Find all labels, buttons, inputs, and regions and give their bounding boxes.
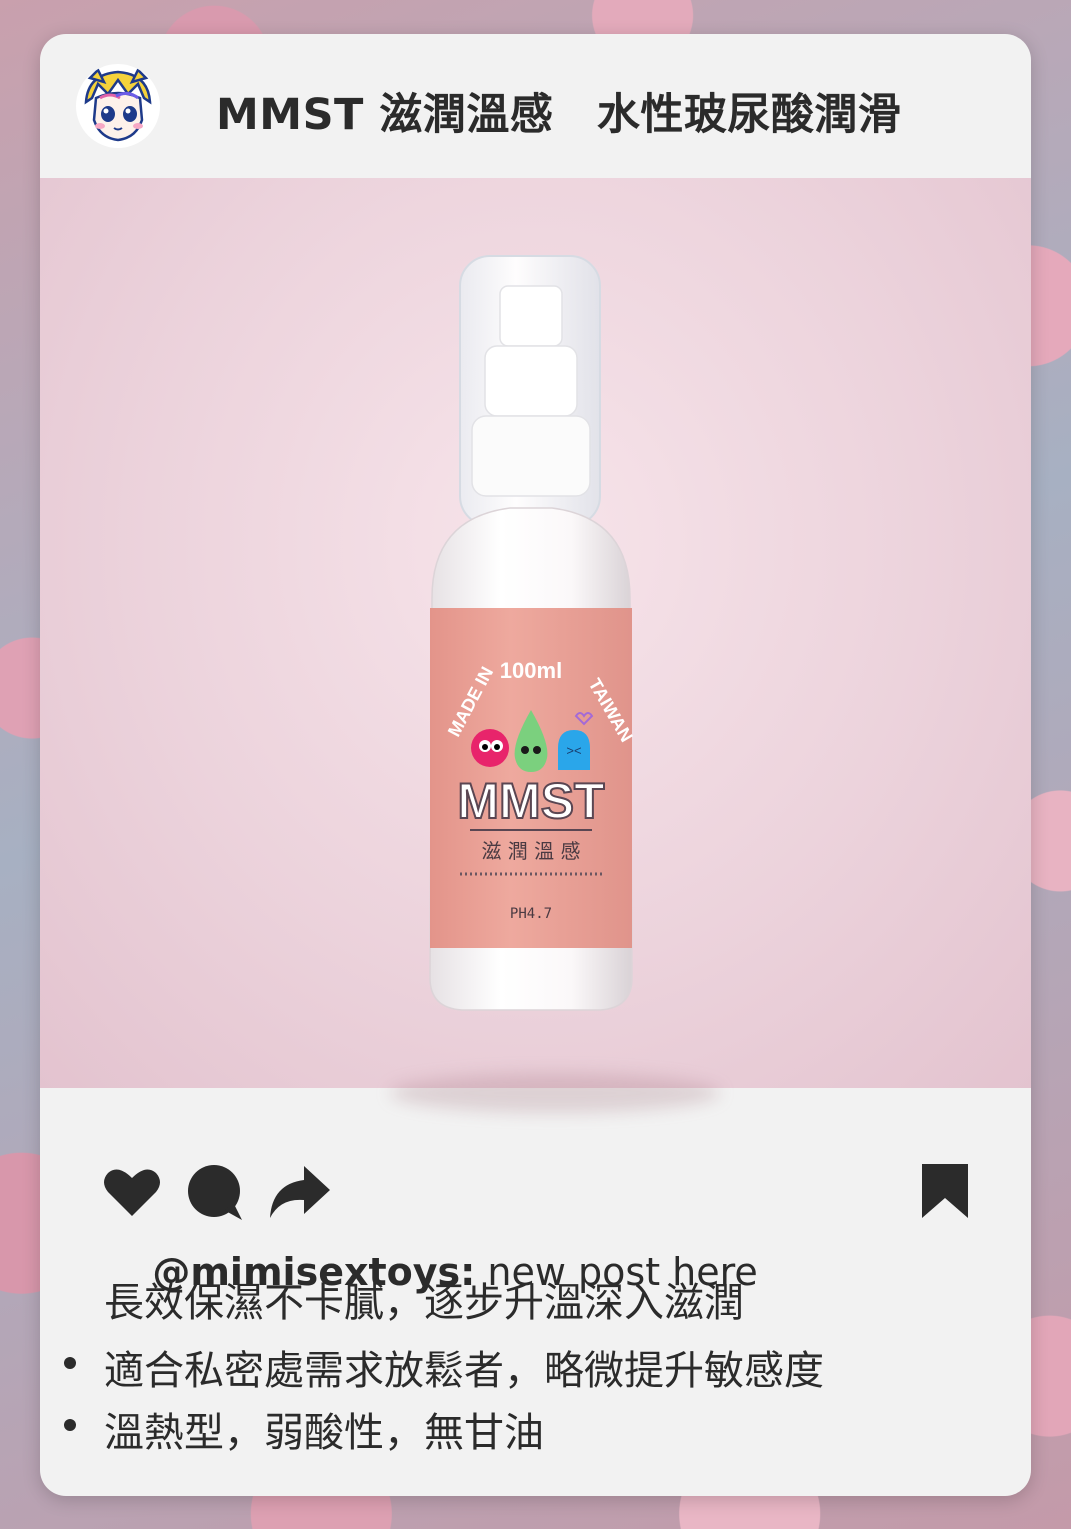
lotion-bottle-image: 100ml MADE IN TAIWAN >< MMST 滋 潤 溫 感 PH4…: [429, 255, 637, 1011]
caption-bullet-item: 溫熱型，弱酸性，無甘油: [104, 1410, 544, 1456]
bullet-dot-icon: [64, 1419, 76, 1431]
svg-text:MMST: MMST: [457, 773, 604, 829]
post-card: MMST 滋潤溫感 水性玻尿酸潤滑 100ml MADE IN TAIWAN >…: [40, 34, 1031, 1496]
avatar[interactable]: [76, 64, 160, 148]
cartoon-tiger-avatar-icon: [77, 65, 159, 147]
post-title: MMST 滋潤溫感 水性玻尿酸潤滑: [216, 90, 902, 140]
svg-text:PH4.7: PH4.7: [510, 906, 552, 922]
post-header: MMST 滋潤溫感 水性玻尿酸潤滑: [40, 34, 1031, 178]
product-photo: 100ml MADE IN TAIWAN >< MMST 滋 潤 溫 感 PH4…: [40, 178, 1031, 1113]
caption-bullet-item: 適合私密處需求放鬆者，略微提升敏感度: [104, 1348, 824, 1394]
svg-text:100ml: 100ml: [500, 658, 562, 683]
bookmark-icon: [922, 1164, 968, 1218]
caption-line: 長效保濕不卡膩，逐步升溫深入滋潤: [104, 1280, 744, 1326]
bullet-dot-icon: [64, 1357, 76, 1369]
save-button[interactable]: [920, 1162, 970, 1220]
svg-text:滋 潤 溫 感: 滋 潤 溫 感: [481, 839, 580, 863]
svg-text:><: ><: [566, 743, 581, 758]
